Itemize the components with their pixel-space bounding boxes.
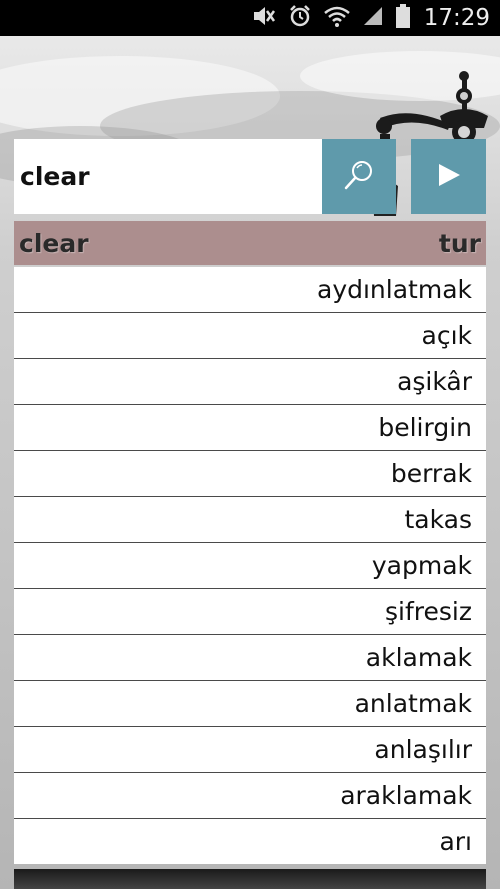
list-item-label: şifresiz bbox=[385, 597, 472, 626]
play-icon bbox=[436, 162, 462, 192]
list-item-label: takas bbox=[404, 505, 472, 534]
translation-list: aydınlatmak açık aşikâr belirgin berrak … bbox=[14, 267, 486, 864]
list-item[interactable]: araklamak bbox=[14, 773, 486, 819]
list-item[interactable]: anlaşılır bbox=[14, 727, 486, 773]
list-item[interactable]: şifresiz bbox=[14, 589, 486, 635]
list-item[interactable]: anlatmak bbox=[14, 681, 486, 727]
list-item[interactable]: aydınlatmak bbox=[14, 267, 486, 313]
list-item[interactable]: belirgin bbox=[14, 405, 486, 451]
results-header: clear tur bbox=[14, 221, 486, 265]
search-bar bbox=[14, 139, 486, 214]
list-item[interactable]: aklamak bbox=[14, 635, 486, 681]
battery-icon bbox=[396, 3, 410, 33]
mute-icon bbox=[252, 5, 276, 32]
list-item[interactable]: yapmak bbox=[14, 543, 486, 589]
list-item[interactable]: arı bbox=[14, 819, 486, 864]
search-icon bbox=[342, 158, 376, 196]
alarm-icon bbox=[288, 4, 312, 33]
play-button[interactable] bbox=[411, 139, 486, 214]
search-button[interactable] bbox=[322, 139, 396, 214]
list-item-label: anlatmak bbox=[354, 689, 472, 718]
list-item-label: aşikâr bbox=[397, 367, 472, 396]
list-item-label: araklamak bbox=[340, 781, 472, 810]
list-item[interactable]: berrak bbox=[14, 451, 486, 497]
status-bar: 17:29 bbox=[0, 0, 500, 36]
list-item-label: açık bbox=[421, 321, 473, 350]
list-item-label: yapmak bbox=[371, 551, 472, 580]
list-item-label: aydınlatmak bbox=[317, 275, 472, 304]
list-item-label: aklamak bbox=[365, 643, 472, 672]
wifi-icon bbox=[324, 5, 350, 32]
list-item-label: belirgin bbox=[378, 413, 472, 442]
signal-icon bbox=[362, 5, 384, 32]
list-item[interactable]: takas bbox=[14, 497, 486, 543]
status-icons bbox=[252, 3, 410, 33]
status-time: 17:29 bbox=[423, 5, 490, 31]
list-item[interactable]: açık bbox=[14, 313, 486, 359]
list-item-label: anlaşılır bbox=[374, 735, 472, 764]
target-language-label: tur bbox=[438, 228, 481, 258]
list-item-label: berrak bbox=[390, 459, 472, 488]
source-word-label: clear bbox=[19, 228, 89, 258]
list-item[interactable]: aşikâr bbox=[14, 359, 486, 405]
list-item-label: arı bbox=[439, 827, 472, 856]
search-input[interactable] bbox=[14, 139, 322, 214]
scroll-edge bbox=[14, 869, 486, 889]
